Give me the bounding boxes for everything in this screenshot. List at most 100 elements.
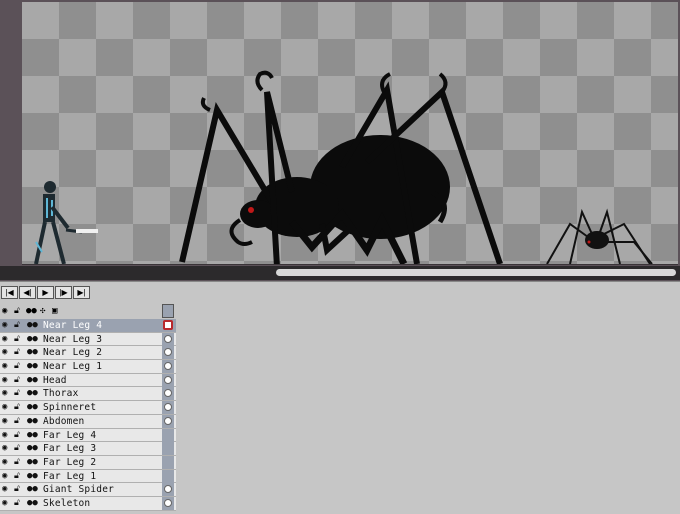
lock-icon[interactable]: 🔓︎ <box>14 361 20 372</box>
lock-icon[interactable]: 🔓︎ <box>14 388 20 399</box>
layer-name: Abdomen <box>43 415 85 427</box>
lock-icon[interactable]: 🔓︎ <box>14 334 20 345</box>
skeleton-sprite[interactable] <box>34 181 98 265</box>
continuous-link-icon[interactable]: ●● <box>27 388 38 399</box>
continuous-link-icon[interactable]: ●● <box>27 471 38 482</box>
layer-cel[interactable] <box>162 319 174 332</box>
visibility-eye-icon[interactable]: ◉ <box>2 416 7 427</box>
layer-row[interactable]: ◉ 🔓︎ ●● Abdomen <box>0 414 176 429</box>
lock-icon[interactable]: 🔓︎ <box>14 320 20 331</box>
layer-cel[interactable] <box>162 346 174 360</box>
visibility-eye-icon[interactable]: ◉ <box>2 430 7 441</box>
current-frame-marker[interactable] <box>162 304 174 318</box>
lock-icon[interactable]: 🔓︎ <box>14 484 20 495</box>
continuous-link-icon[interactable]: ●● <box>27 443 38 454</box>
layer-name: Near Leg 3 <box>43 333 103 345</box>
layer-cel[interactable] <box>162 428 174 442</box>
continuous-link-icon[interactable]: ●● <box>27 402 38 413</box>
continuous-link-icon[interactable]: ●● <box>27 484 38 495</box>
layer-row[interactable]: ◉ 🔓︎ ●● Near Leg 3 <box>0 332 176 347</box>
layer-row[interactable]: ◉ 🔓︎ ●● Head <box>0 373 176 388</box>
cel-keyframe-icon <box>164 375 172 384</box>
lock-icon[interactable]: 🔓︎ <box>14 347 20 358</box>
layer-cel[interactable] <box>162 332 174 346</box>
lock-icon[interactable]: 🔓︎ <box>14 430 20 441</box>
visibility-eye-icon[interactable]: ◉ <box>2 388 7 399</box>
continuous-link-icon[interactable]: ●● <box>27 361 38 372</box>
cel-keyframe-icon <box>164 362 172 371</box>
lock-icon[interactable]: 🔓︎ <box>14 416 20 427</box>
link-icon[interactable]: ●● <box>26 306 37 316</box>
continuous-link-icon[interactable]: ●● <box>27 334 38 345</box>
layer-cel[interactable] <box>162 483 174 497</box>
cel-keyframe-icon <box>164 485 172 494</box>
visibility-eye-icon[interactable]: ◉ <box>2 347 7 358</box>
canvas-scrollbar[interactable] <box>0 266 680 280</box>
layer-row[interactable]: ◉ 🔓︎ ●● Skeleton <box>0 496 176 511</box>
layer-row[interactable]: ◉ 🔓︎ ●● Giant Spider <box>0 483 176 497</box>
small-spider-sprite[interactable] <box>546 208 653 265</box>
next-frame-button[interactable]: |▶ <box>55 286 72 299</box>
scrollbar-thumb[interactable] <box>276 269 676 276</box>
layer-row[interactable]: ◉ 🔓︎ ●● Near Leg 1 <box>0 360 176 374</box>
continuous-link-icon[interactable]: ●● <box>27 375 38 386</box>
lock-icon[interactable]: 🔓︎ <box>14 402 20 413</box>
layer-cel[interactable] <box>162 414 174 428</box>
visibility-eye-icon[interactable]: ◉ <box>2 375 7 386</box>
layer-cel[interactable] <box>162 401 174 415</box>
giant-spider-sprite[interactable] <box>179 70 503 265</box>
visibility-eye-icon[interactable]: ◉ <box>2 361 7 372</box>
visibility-eye-icon[interactable]: ◉ <box>2 471 7 482</box>
lock-icon[interactable]: 🔓︎ <box>14 306 20 316</box>
visibility-eye-icon[interactable]: ◉ <box>2 443 7 454</box>
layer-name: Head <box>43 374 67 386</box>
layer-row[interactable]: ◉ 🔓︎ ●● Near Leg 4 <box>0 319 176 333</box>
layer-cel[interactable] <box>162 455 174 469</box>
lock-icon[interactable]: 🔓︎ <box>14 443 20 454</box>
canvas-frame <box>0 0 680 281</box>
visibility-eye-icon[interactable]: ◉ <box>2 498 7 509</box>
eye-icon[interactable]: ◉ <box>2 306 7 316</box>
sprite-canvas[interactable] <box>22 2 678 265</box>
continuous-link-icon[interactable]: ●● <box>27 347 38 358</box>
ground-line <box>22 264 678 265</box>
layer-name: Far Leg 2 <box>43 456 97 468</box>
cel-keyframe-icon <box>164 416 172 425</box>
continuous-link-icon[interactable]: ●● <box>27 320 38 331</box>
layer-cel[interactable] <box>162 442 174 456</box>
play-button[interactable]: ▶ <box>37 286 54 299</box>
frames-area[interactable] <box>176 304 680 514</box>
layer-row[interactable]: ◉ 🔓︎ ●● Near Leg 2 <box>0 346 176 361</box>
layer-row[interactable]: ◉ 🔓︎ ●● Far Leg 4 <box>0 428 176 443</box>
layer-cel[interactable] <box>162 469 174 483</box>
layer-row[interactable]: ◉ 🔓︎ ●● Far Leg 3 <box>0 442 176 456</box>
lock-icon[interactable]: 🔓︎ <box>14 471 20 482</box>
lock-icon[interactable]: 🔓︎ <box>14 375 20 386</box>
visibility-eye-icon[interactable]: ◉ <box>2 320 7 331</box>
continuous-link-icon[interactable]: ●● <box>27 498 38 509</box>
visibility-eye-icon[interactable]: ◉ <box>2 402 7 413</box>
last-frame-button[interactable]: ▶| <box>73 286 90 299</box>
prev-frame-button[interactable]: ◀| <box>19 286 36 299</box>
layer-cel[interactable] <box>162 373 174 387</box>
visibility-eye-icon[interactable]: ◉ <box>2 484 7 495</box>
cel-keyframe-icon <box>164 334 172 343</box>
square-icon[interactable]: ▣ <box>52 306 57 316</box>
lock-icon[interactable]: 🔓︎ <box>14 457 20 468</box>
layer-row[interactable]: ◉ 🔓︎ ●● Far Leg 2 <box>0 455 176 470</box>
first-frame-button[interactable]: |◀ <box>1 286 18 299</box>
layer-name: Skeleton <box>43 497 91 509</box>
blend-icon[interactable]: ✣ <box>40 306 45 316</box>
layer-cel[interactable] <box>162 387 174 401</box>
layer-row[interactable]: ◉ 🔓︎ ●● Spinneret <box>0 401 176 415</box>
layer-row[interactable]: ◉ 🔓︎ ●● Far Leg 1 <box>0 469 176 484</box>
layer-cel[interactable] <box>162 360 174 374</box>
layer-cel[interactable] <box>162 496 174 510</box>
visibility-eye-icon[interactable]: ◉ <box>2 457 7 468</box>
continuous-link-icon[interactable]: ●● <box>27 457 38 468</box>
continuous-link-icon[interactable]: ●● <box>27 416 38 427</box>
continuous-link-icon[interactable]: ●● <box>27 430 38 441</box>
visibility-eye-icon[interactable]: ◉ <box>2 334 7 345</box>
layer-row[interactable]: ◉ 🔓︎ ●● Thorax <box>0 387 176 402</box>
lock-icon[interactable]: 🔓︎ <box>14 498 20 509</box>
